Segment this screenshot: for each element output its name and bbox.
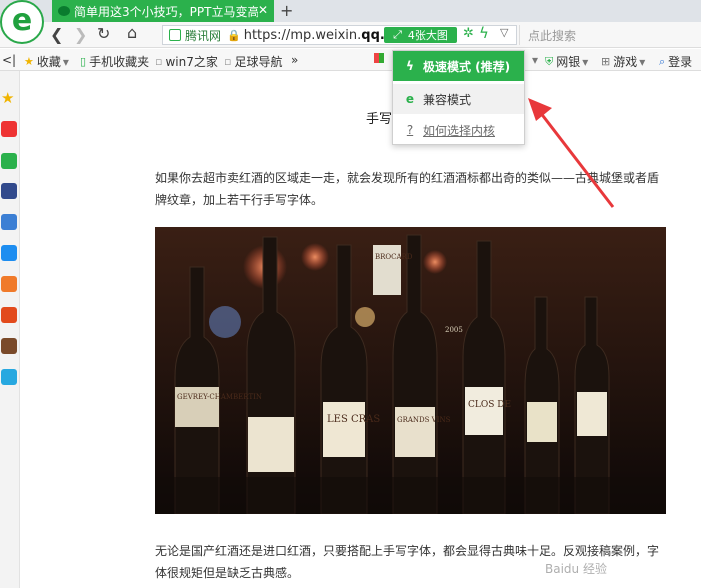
article-paragraph: 如果你去超市卖红酒的区域走一走，就会发现所有的红酒酒标都出奇的类似——古典城堡或… — [155, 171, 660, 207]
ie-icon: e — [405, 92, 415, 106]
label-les-cras: LES CRAS — [327, 414, 380, 425]
forward-button[interactable]: ❯ — [74, 25, 87, 44]
star-icon: ★ — [24, 55, 34, 68]
article-title: 手写 — [366, 112, 393, 127]
sidebar-doc-icon[interactable] — [1, 214, 17, 230]
phone-icon: ▯ — [80, 55, 87, 68]
speed-mode-option[interactable]: ϟ 极速模式 (推荐) — [393, 51, 524, 81]
bookmark-ebank[interactable]: ⛨ 网银 ▾ — [545, 53, 588, 70]
bookmark-mobile-favorites[interactable]: ▯ 手机收藏夹 — [80, 53, 149, 70]
lightning-icon[interactable]: ϟ — [479, 24, 489, 42]
page-icon: ▫ — [224, 55, 232, 68]
question-icon: ? — [406, 123, 414, 137]
bookmark-games[interactable]: ⊞ 游戏 ▾ — [601, 53, 645, 70]
reload-button[interactable]: ↻ — [97, 24, 110, 43]
page-icon: ▫ — [155, 55, 163, 68]
bookmark-favorites[interactable]: ★ 收藏 ▾ — [24, 53, 69, 70]
wine-bottles-image: GEVREY-CHAMBERTIN BROCARD LES CRAS GRAND… — [155, 227, 666, 514]
label-grands-vins: GRANDS VINS — [397, 416, 451, 424]
sidebar-game-icon[interactable] — [1, 276, 17, 292]
sidebar-game3-icon[interactable] — [1, 338, 17, 354]
label-brocard: BROCARD — [375, 253, 413, 261]
new-tab-button[interactable]: + — [280, 1, 293, 20]
gear-icon[interactable]: ✲ — [463, 26, 474, 41]
shield-icon: ⛨ — [545, 54, 554, 68]
sidebar-game2-icon[interactable] — [1, 307, 17, 323]
chevron-down-icon[interactable]: ▽ — [500, 26, 508, 39]
url-text: https://mp.weixin.qq.co — [243, 27, 402, 43]
home-button[interactable]: ⌂ — [127, 23, 137, 42]
tab-title: 简单用这3个小技巧，PPT立马变高大上 — [74, 4, 258, 19]
bookmarks-more[interactable]: » — [291, 53, 298, 67]
search-icon: ⌕ — [659, 54, 666, 68]
sidebar-mail-icon[interactable] — [1, 153, 17, 169]
site-page-icon — [169, 29, 181, 41]
kernel-mode-dropdown: ϟ 极速模式 (推荐) e 兼容模式 ? 如何选择内核 — [392, 50, 525, 145]
back-button[interactable]: ❮ — [50, 25, 63, 44]
lightning-icon: ϟ — [406, 59, 414, 73]
search-input[interactable]: 点此搜索 — [519, 25, 701, 45]
browser-logo[interactable]: e — [0, 0, 44, 44]
sidebar-chat-icon[interactable] — [1, 245, 17, 261]
sidebar-app-icon[interactable] — [1, 369, 17, 385]
gamepad-icon: ⊞ — [601, 55, 611, 68]
sidebar-star-icon[interactable]: ★ — [1, 89, 17, 107]
apps-icon[interactable] — [374, 53, 384, 63]
ie-logo-icon: e — [11, 3, 33, 38]
active-tab[interactable]: 简单用这3个小技巧，PPT立马变高大上 ✕ — [52, 0, 274, 22]
how-to-choose-kernel-link[interactable]: ? 如何选择内核 — [393, 115, 524, 145]
sidebar-news-icon[interactable] — [1, 183, 17, 199]
label-clos-de: CLOS DE — [468, 400, 511, 410]
bookmark-football[interactable]: ▫ 足球导航 — [224, 53, 282, 70]
bookmark-win7[interactable]: ▫ win7之家 — [155, 53, 218, 70]
login-link[interactable]: ⌕ 登录 — [659, 53, 692, 70]
watermark: Baidu 经验 — [545, 562, 607, 576]
lock-icon: 🔒 — [227, 28, 241, 42]
compat-mode-option[interactable]: e 兼容模式 — [393, 84, 524, 114]
expand-icon: ⤢ — [393, 28, 402, 41]
site-label: 腾讯网 — [185, 28, 222, 43]
bookmarks-scroll-left[interactable]: <| — [2, 53, 16, 67]
label-gevrey: GEVREY-CHAMBERTIN — [177, 393, 262, 401]
sidebar-weibo-icon[interactable] — [1, 121, 17, 137]
right-bookmarks-more[interactable]: ▾ — [532, 53, 538, 67]
label-vintage: 2005 — [445, 326, 463, 334]
left-sidebar: ★ — [0, 71, 20, 588]
wechat-favicon-icon — [58, 6, 70, 16]
tab-close-icon[interactable]: ✕ — [258, 3, 268, 17]
big-image-button[interactable]: ⤢ 4张大图 — [384, 27, 457, 43]
